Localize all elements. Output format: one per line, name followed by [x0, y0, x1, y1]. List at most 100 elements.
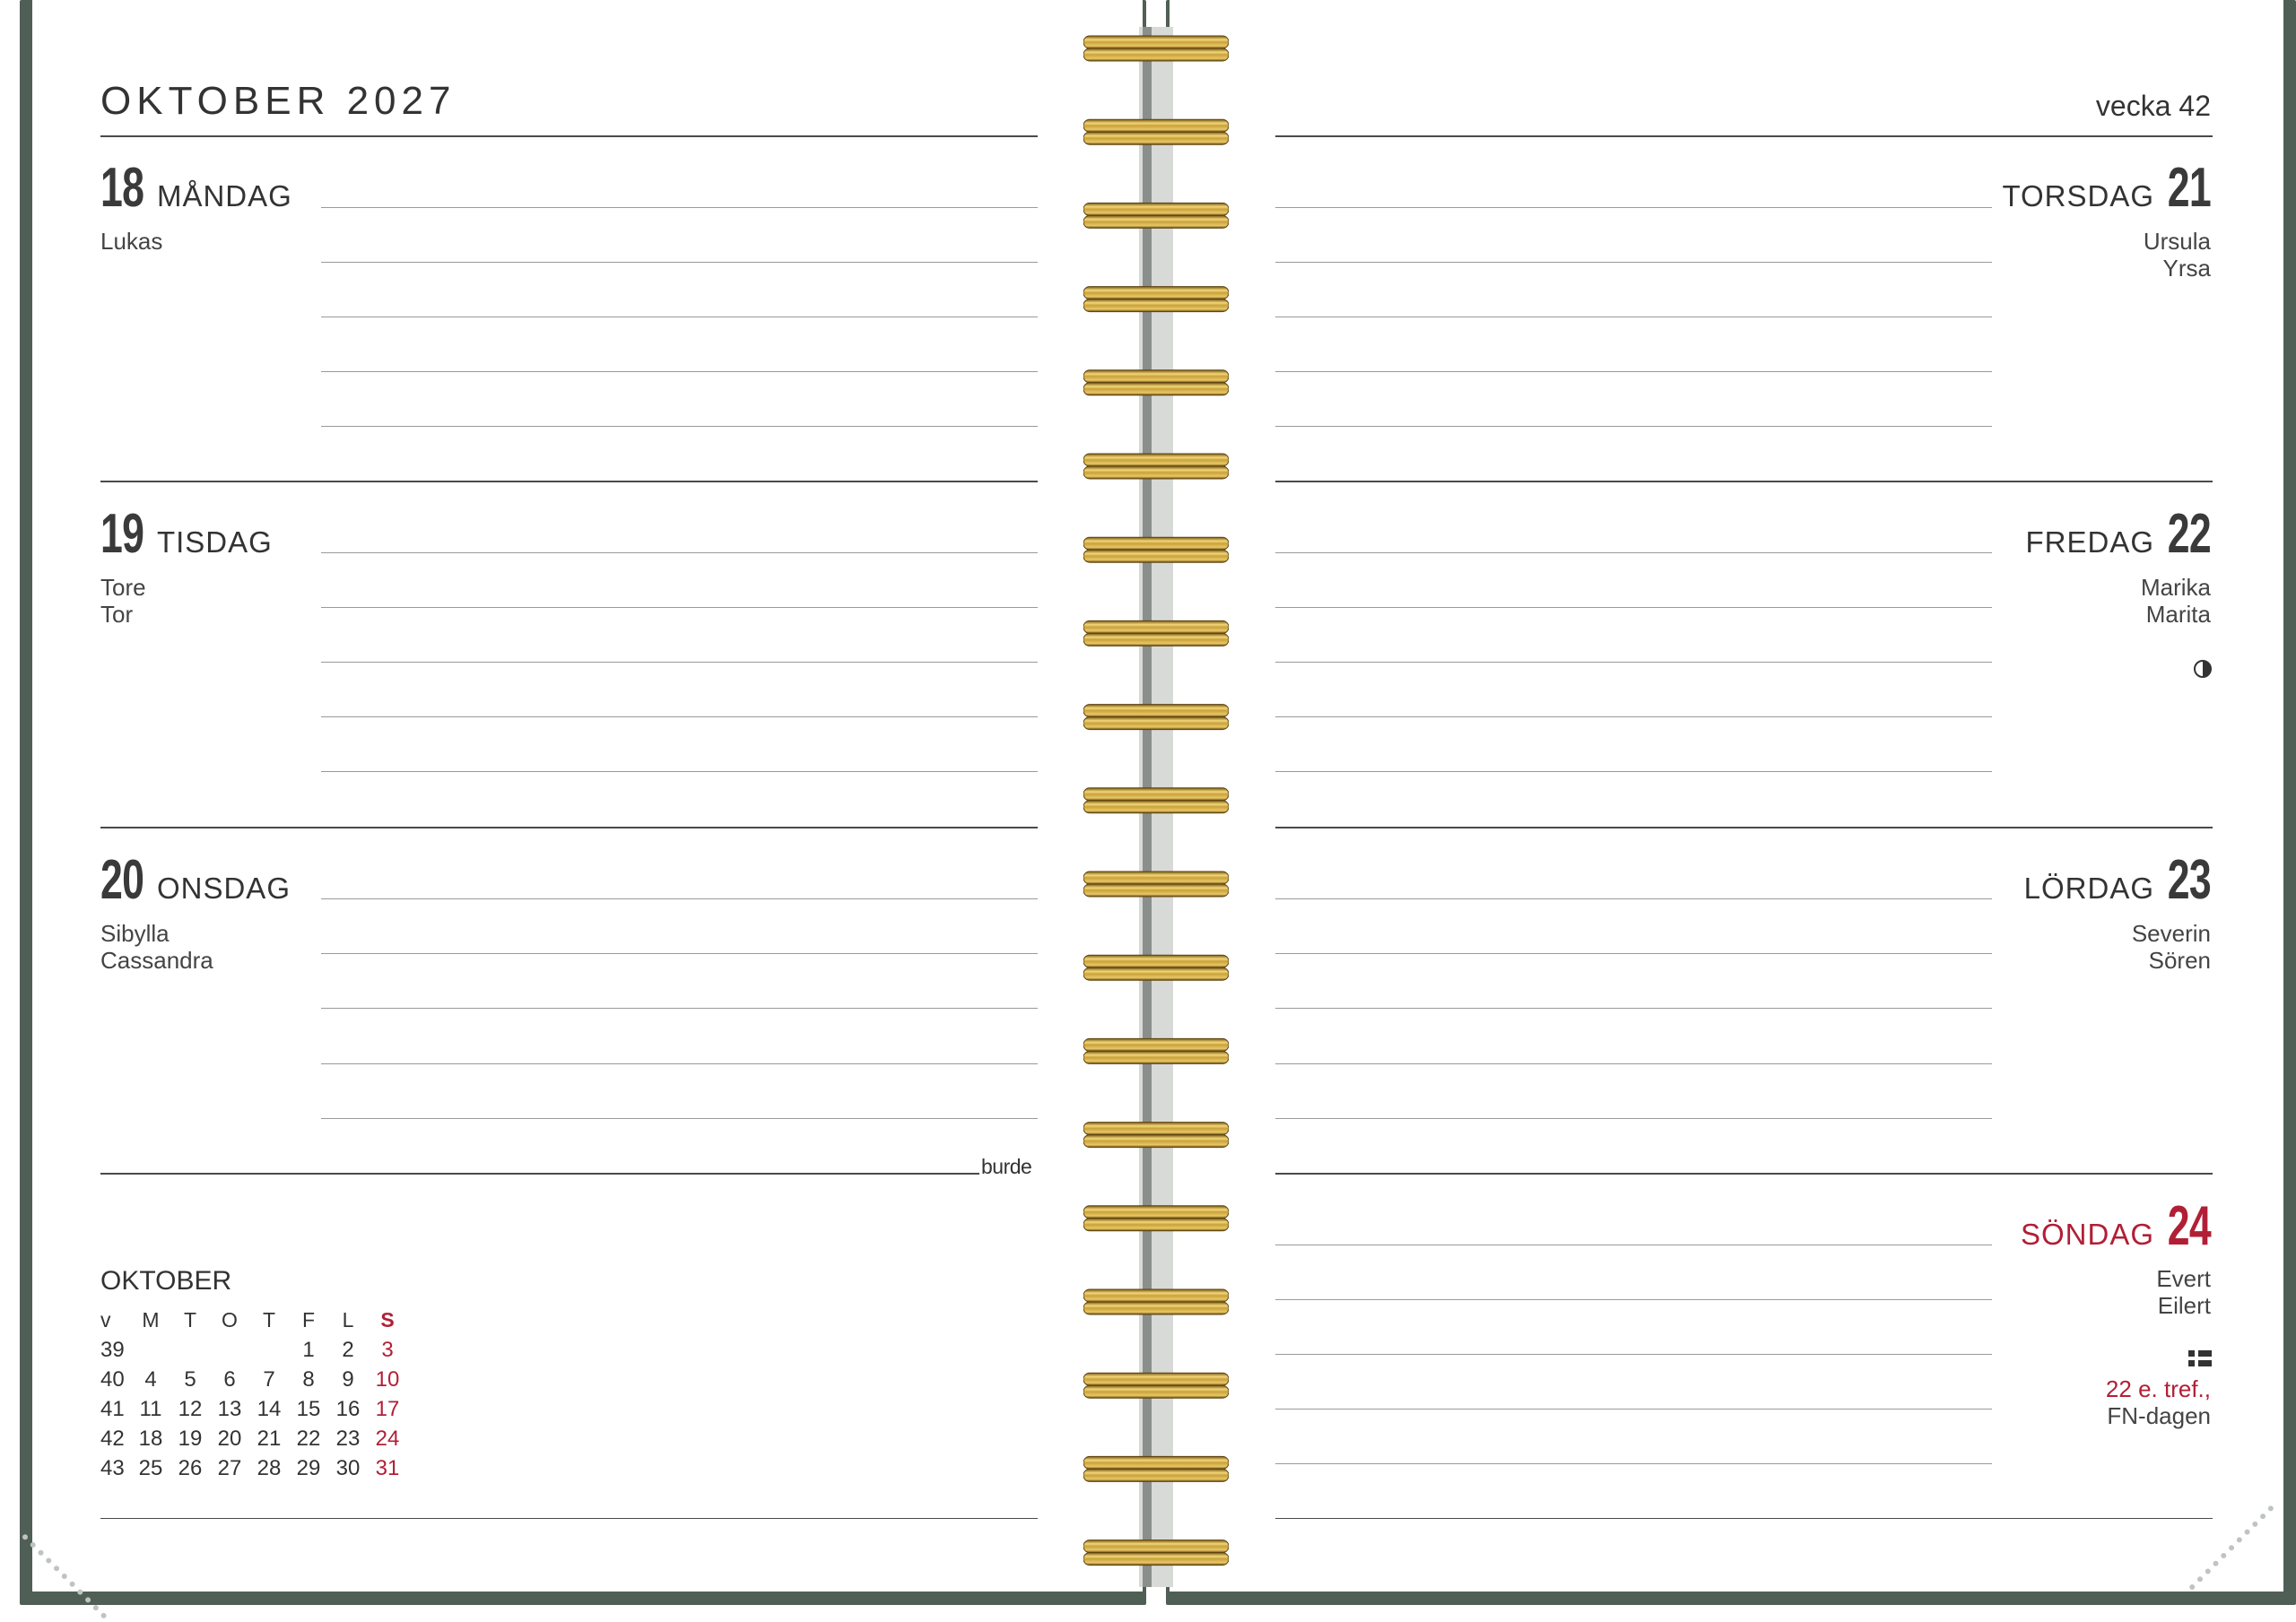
day-heading-19: 19 TISDAG	[100, 502, 273, 566]
day-name: ONSDAG	[156, 872, 291, 905]
write-line[interactable]	[321, 716, 1038, 717]
date-cell: 4	[144, 1366, 157, 1392]
write-line[interactable]	[1275, 1063, 1992, 1064]
write-line[interactable]	[321, 898, 1038, 899]
day-divider	[100, 481, 1038, 482]
nameday: Yrsa	[2162, 255, 2211, 282]
header-rule-left	[100, 135, 1038, 137]
spiral-binding	[1083, 27, 1229, 1587]
write-line[interactable]	[321, 953, 1038, 954]
write-line[interactable]	[1275, 662, 1992, 663]
write-line[interactable]	[321, 371, 1038, 372]
write-line[interactable]	[1275, 207, 1992, 208]
date-cell	[170, 1335, 210, 1365]
spiral-ring	[1083, 1384, 1229, 1399]
date-cell: 28	[257, 1455, 282, 1480]
spiral-ring	[1083, 35, 1229, 49]
week-number: 43	[100, 1455, 125, 1480]
spiral-ring	[1083, 118, 1229, 133]
date-cell-sunday: 10	[375, 1366, 400, 1392]
spiral-ring	[1083, 704, 1229, 718]
right-page	[1170, 0, 2283, 1592]
date-cell: 19	[178, 1426, 203, 1451]
nameday: Sibylla	[100, 920, 170, 947]
write-line[interactable]	[1275, 771, 1992, 772]
day-name: LÖRDAG	[2023, 872, 2155, 905]
spiral-ring	[1083, 1372, 1229, 1386]
write-line[interactable]	[321, 1118, 1038, 1119]
day-heading-22: FREDAG 22	[2026, 502, 2212, 566]
write-line[interactable]	[1275, 371, 1992, 372]
write-line[interactable]	[321, 607, 1038, 608]
date-cell: 16	[335, 1396, 361, 1421]
spiral-ring	[1083, 883, 1229, 898]
write-line[interactable]	[321, 662, 1038, 663]
write-line[interactable]	[321, 552, 1038, 553]
write-line[interactable]	[1275, 552, 1992, 553]
day-heading-20: 20 ONSDAG	[100, 848, 291, 912]
date-cell: 1	[302, 1337, 315, 1362]
spiral-ring	[1083, 1288, 1229, 1303]
spiral-ring	[1083, 202, 1229, 216]
spiral-ring	[1083, 465, 1229, 480]
spiral-ring	[1083, 214, 1229, 229]
date-cell	[210, 1335, 249, 1365]
spiral-ring	[1083, 1122, 1229, 1136]
write-line[interactable]	[1275, 1118, 1992, 1119]
date-cell: 20	[217, 1426, 242, 1451]
write-line[interactable]	[1275, 1008, 1992, 1009]
date-cell: 7	[263, 1366, 275, 1392]
week-number-label: vecka 42	[2095, 90, 2211, 122]
date-cell: 2	[342, 1337, 354, 1362]
swedish-flag-icon	[2188, 1350, 2212, 1366]
write-line[interactable]	[321, 426, 1038, 427]
spiral-ring	[1083, 48, 1229, 62]
write-line[interactable]	[1275, 426, 1992, 427]
date-cell: 22	[296, 1426, 321, 1451]
write-line[interactable]	[321, 262, 1038, 263]
date-cell: 29	[296, 1455, 321, 1480]
date-cell: 30	[335, 1455, 361, 1480]
date-cell: 26	[178, 1455, 203, 1480]
bottom-rule-left	[100, 1518, 1038, 1519]
date-cell: 8	[302, 1366, 315, 1392]
date-cell: 23	[335, 1426, 361, 1451]
day-name: MÅNDAG	[156, 179, 292, 213]
date-cell: 6	[223, 1366, 236, 1392]
write-line[interactable]	[1275, 898, 1992, 899]
date-cell: 18	[138, 1426, 163, 1451]
mini-calendar-row: 39 1 2 3	[100, 1335, 407, 1365]
date-cell: 25	[138, 1455, 163, 1480]
write-line[interactable]	[1275, 953, 1992, 954]
date-cell	[131, 1335, 170, 1365]
day-number: 18	[100, 157, 144, 219]
date-cell: 21	[257, 1426, 282, 1451]
date-cell: 12	[178, 1396, 203, 1421]
namedays-24: Evert Eilert	[2156, 1265, 2211, 1319]
weekday-header-sunday: S	[380, 1308, 395, 1331]
spiral-ring	[1083, 382, 1229, 396]
weekday-header: F	[301, 1308, 316, 1331]
nameday: Tor	[100, 601, 134, 628]
write-line[interactable]	[321, 1063, 1038, 1064]
mini-calendar-grid: v M T O T F L S 39 1 2 3 40 4 5 6 7 8 9	[100, 1305, 407, 1483]
spiral-ring	[1083, 716, 1229, 731]
day-divider	[100, 827, 1038, 828]
spiral-ring	[1083, 871, 1229, 885]
weekday-header: T	[183, 1308, 197, 1331]
write-line[interactable]	[1275, 1463, 1992, 1464]
write-line[interactable]	[321, 1008, 1038, 1009]
write-line[interactable]	[321, 771, 1038, 772]
write-line[interactable]	[1275, 716, 1992, 717]
mini-calendar: OKTOBER v M T O T F L S 39 1 2 3 40 4 5 …	[100, 1266, 407, 1483]
spiral-ring	[1083, 369, 1229, 384]
day-number: 19	[100, 503, 144, 565]
mini-calendar-row: 40 4 5 6 7 8 9 10	[100, 1365, 407, 1394]
write-line[interactable]	[1275, 607, 1992, 608]
write-line[interactable]	[321, 207, 1038, 208]
week-number: 42	[100, 1426, 125, 1451]
write-line[interactable]	[1275, 1354, 1992, 1355]
write-line[interactable]	[1275, 262, 1992, 263]
write-line[interactable]	[1275, 1299, 1992, 1300]
church-holiday-label: 22 e. tref.,	[2105, 1375, 2211, 1402]
